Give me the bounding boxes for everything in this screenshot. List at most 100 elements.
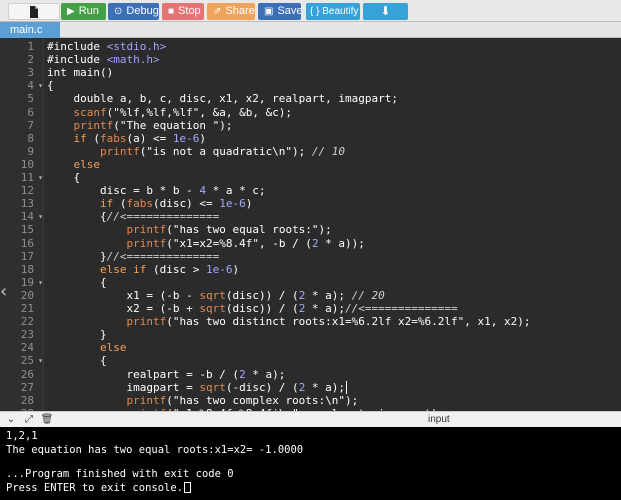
beautify-button[interactable]: { } Beautify <box>306 3 360 20</box>
console-line: The equation has two equal roots:x1=x2= … <box>6 444 304 456</box>
code-token: 2 <box>311 236 319 250</box>
code-line[interactable]: int main() <box>47 66 113 79</box>
code-token: //<============== <box>106 249 220 263</box>
code-line[interactable]: }//<============== <box>47 250 219 263</box>
line-number-text: 24 <box>20 341 34 355</box>
code-token: ("has two distinct roots:x1=%6.2lf x2=%6… <box>166 315 531 329</box>
code-line[interactable]: { <box>47 171 80 184</box>
line-number-text: 28 <box>20 393 34 407</box>
line-number: 2 <box>0 53 44 66</box>
code-line[interactable]: if (fabs(disc) <= 1e-6) <box>47 197 252 210</box>
line-number: 7 <box>0 119 44 132</box>
tab-main-c[interactable]: main.c <box>0 22 60 38</box>
code-editor[interactable]: 1 2 3 4 ▾ 5 6 7 8 9 10 11 ▾ 12 13 14 ▾ 15 16 17 18 19 ▾ 20 21 22 2… <box>0 38 621 411</box>
code-line[interactable]: #include <stdio.h> <box>47 40 166 53</box>
fold-arrow-icon[interactable]: ▾ <box>38 354 43 367</box>
code-line[interactable]: if (fabs(a) <= 1e-6) <box>47 132 206 145</box>
code-token: { <box>47 354 107 368</box>
code-line[interactable]: else <box>47 158 101 171</box>
code-line[interactable]: { <box>47 276 107 289</box>
line-number: 5 <box>0 92 44 105</box>
code-token: ("%lf,%lf,%lf", &a, &b, &c); <box>106 105 293 119</box>
code-token: #include <box>47 40 107 53</box>
code-line[interactable]: { <box>47 79 54 92</box>
code-line[interactable]: printf("has two equal roots:"); <box>47 223 331 236</box>
code-line[interactable]: double a, b, c, disc, x1, x2, realpart, … <box>47 92 398 105</box>
line-number-text: 7 <box>27 118 34 132</box>
code-line[interactable]: } <box>47 328 107 341</box>
code-line[interactable]: else <box>47 341 127 354</box>
run-button[interactable]: ▶ Run <box>61 3 106 20</box>
code-token: 4 <box>199 184 206 198</box>
fold-arrow-icon[interactable]: ▾ <box>38 79 43 92</box>
code-token: //<============== <box>106 210 220 224</box>
code-token: fabs <box>126 197 153 211</box>
fold-arrow-icon[interactable]: ▾ <box>38 171 43 184</box>
file-menu-button[interactable] <box>8 3 60 20</box>
code-line[interactable]: disc = b * b - 4 * a * c; <box>47 184 266 197</box>
code-line[interactable]: #include <math.h> <box>47 53 160 66</box>
fold-arrow-icon[interactable]: ▾ <box>38 210 43 223</box>
code-token: { <box>47 171 81 184</box>
code-token: //<============== <box>345 302 458 315</box>
fold-arrow-icon[interactable]: ▾ <box>38 276 43 289</box>
debug-icon: ⊙ <box>114 6 123 17</box>
stop-button-label: Stop <box>178 5 201 17</box>
code-line[interactable]: printf("x1=x2=%8.4f", -b / (2 * a)); <box>47 236 364 250</box>
stop-button[interactable]: ■ Stop <box>162 3 204 20</box>
code-line[interactable]: printf("has two complex roots:\n"); <box>47 394 358 407</box>
expand-icon[interactable]: ⤢ <box>22 414 36 426</box>
line-number-text: 22 <box>20 315 34 329</box>
code-line[interactable]: {//<============== <box>47 210 219 223</box>
code-token: { <box>47 210 107 224</box>
code-token: #include <box>47 53 107 67</box>
save-button[interactable]: ▣ Save <box>258 3 303 20</box>
line-number: 15 <box>0 223 44 236</box>
code-line[interactable]: printf("has two distinct roots:x1=%6.2lf… <box>47 315 530 328</box>
code-line[interactable]: else if (disc > 1e-6) <box>47 263 239 276</box>
play-icon: ▶ <box>67 6 75 17</box>
code-line[interactable]: x1 = (-b - sqrt(disc)) / (2 * a); // 20 <box>47 288 385 302</box>
console-output[interactable]: 1,2,1 The equation has two equal roots:x1… <box>0 427 621 500</box>
line-number-text: 23 <box>20 328 34 342</box>
code-token: * a); <box>305 302 346 315</box>
debug-button[interactable]: ⊙ Debug <box>108 3 159 20</box>
line-number-text: 11 <box>20 171 34 184</box>
code-token: sqrt <box>199 288 226 302</box>
chevron-down-icon[interactable]: ⌄ <box>4 414 18 426</box>
code-line[interactable]: printf("is not a quadratic\n"); // 10 <box>47 145 345 158</box>
line-number: 14 ▾ <box>0 210 44 223</box>
code-line[interactable]: imagpart = sqrt(-disc) / (2 * a); <box>47 381 345 394</box>
clear-console-icon[interactable]: 🗑 <box>40 414 54 426</box>
code-token: x2 = (-b + <box>47 302 200 315</box>
code-token: sqrt <box>199 302 226 315</box>
code-token: (disc) <= <box>152 197 220 211</box>
code-token: printf <box>126 393 167 407</box>
code-line[interactable]: x2 = (-b + sqrt(disc)) / (2 * a);//<====… <box>47 302 458 315</box>
line-number: 22 <box>0 315 44 328</box>
code-token: printf <box>99 144 140 158</box>
code-token: (a) <= <box>126 131 173 145</box>
code-token: 1e-6 <box>219 197 246 211</box>
code-line[interactable]: scanf("%lf,%lf,%lf", &a, &b, &c); <box>47 105 293 119</box>
line-number: 12 <box>0 184 44 197</box>
download-button[interactable]: ⬇ <box>363 3 408 20</box>
code-token: // 20 <box>351 288 385 302</box>
debug-button-label: Debug <box>126 5 159 17</box>
code-token: 2 <box>239 367 246 381</box>
code-line[interactable]: { <box>47 354 107 367</box>
code-token: (disc > <box>146 262 206 276</box>
save-button-label: Save <box>277 5 303 17</box>
code-line[interactable]: printf("The equation "); <box>47 119 233 132</box>
code-token: double a, b, c, disc, x1, x2, realpart, … <box>47 92 398 106</box>
code-line[interactable]: realpart = -b / (2 * a); <box>47 368 285 381</box>
collapse-arrow-icon[interactable]: ‹ <box>0 280 8 304</box>
share-button[interactable]: ⇗ Share <box>207 3 255 20</box>
